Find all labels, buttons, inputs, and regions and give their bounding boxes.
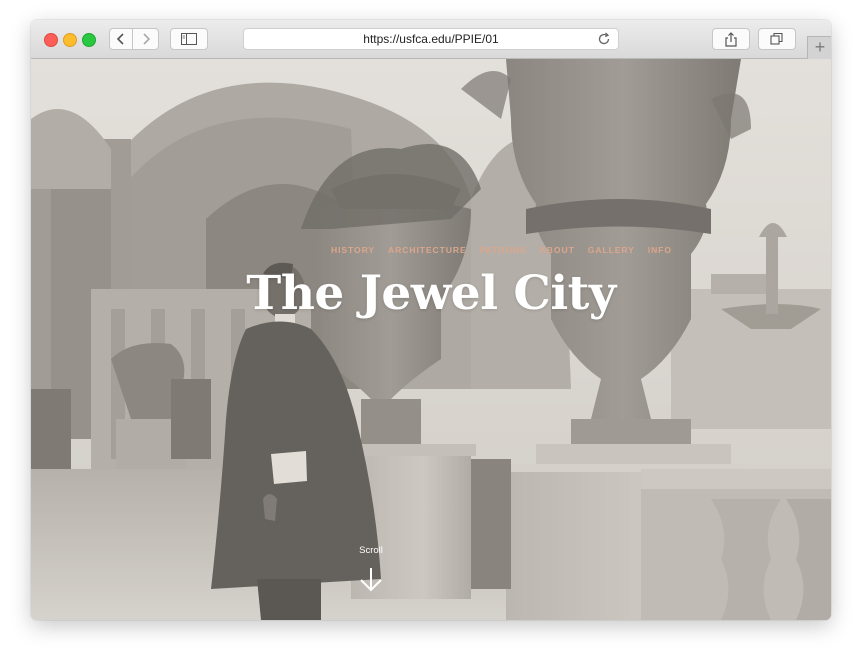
address-bar[interactable]: https://usfca.edu/PPIE/01 (243, 28, 619, 50)
new-tab-button[interactable]: + (807, 36, 831, 59)
sidebar-toggle-button[interactable] (170, 28, 208, 50)
nav-item-history[interactable]: HISTORY (331, 245, 375, 255)
sidebar-icon (181, 33, 197, 45)
nav-item-gallery[interactable]: GALLERY (588, 245, 635, 255)
photo-tint-overlay (31, 59, 831, 620)
web-page: HISTORY ARCHITECTURE PATRONS ABOUT GALLE… (31, 59, 831, 620)
back-button[interactable] (109, 28, 133, 50)
browser-window: https://usfca.edu/PPIE/01 + HISTORY ARCH… (31, 20, 831, 620)
nav-item-about[interactable]: ABOUT (540, 245, 575, 255)
minimize-window-button[interactable] (63, 33, 77, 47)
nav-item-architecture[interactable]: ARCHITECTURE (388, 245, 467, 255)
scroll-label[interactable]: Scroll (331, 545, 411, 556)
plus-icon: + (814, 37, 826, 57)
url-text: https://usfca.edu/PPIE/01 (363, 32, 499, 46)
forward-icon (142, 33, 150, 45)
back-icon (116, 33, 124, 45)
maximize-window-button[interactable] (82, 33, 96, 47)
reload-icon[interactable] (596, 31, 612, 47)
close-window-button[interactable] (44, 33, 58, 47)
arrow-down-icon[interactable] (358, 566, 384, 594)
nav-item-info[interactable]: INFO (648, 245, 672, 255)
browser-toolbar: https://usfca.edu/PPIE/01 (31, 20, 831, 59)
nav-item-patrons[interactable]: PATRONS (480, 245, 527, 255)
site-navigation: HISTORY ARCHITECTURE PATRONS ABOUT GALLE… (331, 245, 671, 255)
share-icon (725, 31, 737, 47)
page-title: The Jewel City (246, 266, 616, 321)
show-tabs-button[interactable] (758, 28, 796, 50)
forward-button[interactable] (133, 28, 159, 50)
share-button[interactable] (712, 28, 750, 50)
tabs-icon (770, 32, 783, 45)
